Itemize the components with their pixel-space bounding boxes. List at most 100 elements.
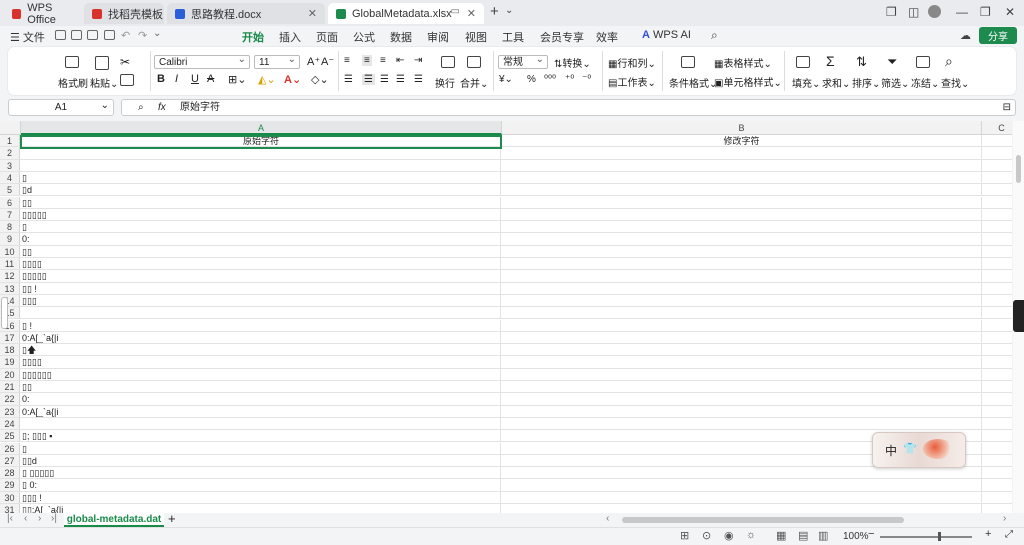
cell-b[interactable] — [502, 405, 982, 417]
row-number[interactable]: 5 — [0, 184, 20, 196]
zoom-slider-knob[interactable] — [938, 532, 941, 541]
decimal-increase-icon[interactable]: ⁺⁰ — [565, 74, 574, 85]
row-number[interactable]: 13 — [0, 282, 20, 294]
cell-b[interactable] — [502, 245, 982, 257]
menu-insert[interactable]: 插入 — [279, 29, 301, 45]
cell-a[interactable] — [21, 159, 501, 171]
spreadsheet-grid[interactable]: A B C 1 原始字符 修改字符 2 3 4 ▯ 5 ▯d 6 ▯▯ 7 ▯▯▯▯▯ 8 ▯ 9 0: 10… — [0, 121, 1012, 513]
formula-input[interactable]: ⌕ fx 原始字符 ⊟ — [121, 99, 1016, 116]
freeze-label[interactable]: 冻结⌄ — [911, 75, 939, 90]
fill-icon[interactable] — [796, 56, 810, 68]
column-header-b[interactable]: B — [502, 121, 982, 135]
sum-label[interactable]: 求和⌄ — [822, 75, 850, 90]
row-number[interactable]: 10 — [0, 245, 20, 257]
menu-review[interactable]: 审阅 — [427, 29, 449, 45]
align-top-icon[interactable]: ≡ — [344, 55, 350, 66]
find-icon[interactable]: ⌕ — [945, 53, 953, 70]
close-tab-icon[interactable]: ✕ — [467, 7, 476, 20]
font-color-icon[interactable]: A⌄ — [284, 73, 301, 86]
decimal-decrease-icon[interactable]: ⁻⁰ — [582, 74, 591, 85]
row-number[interactable]: 29 — [0, 479, 20, 491]
column-header-c[interactable]: C — [982, 121, 1012, 135]
rows-cols-button[interactable]: ▦行和列⌄ — [608, 55, 656, 70]
cond-format-label[interactable]: 条件格式⌄ — [669, 75, 717, 90]
row-number[interactable]: 31 — [0, 504, 20, 513]
export-icon[interactable] — [71, 30, 82, 40]
row-number[interactable]: 12 — [0, 270, 20, 282]
cell-b[interactable] — [502, 368, 982, 380]
cell-a[interactable]: ▯ ▯▯▯▯▯ — [21, 467, 501, 479]
worksheet-button[interactable]: ▤工作表⌄ — [608, 74, 656, 89]
name-box[interactable]: A1 ⌄ — [8, 99, 114, 116]
row-number[interactable]: 23 — [0, 405, 20, 417]
cell-b[interactable] — [502, 381, 982, 393]
zoom-out-icon[interactable]: − — [868, 528, 874, 540]
menu-formula[interactable]: 公式 — [353, 29, 375, 45]
cell-b[interactable]: 修改字符 — [502, 135, 982, 147]
row-number[interactable]: 20 — [0, 368, 20, 380]
cell-b[interactable] — [502, 344, 982, 356]
underline-icon[interactable]: U — [191, 73, 199, 85]
chevron-down-icon[interactable]: ⌄ — [505, 5, 513, 16]
cell-b[interactable] — [502, 270, 982, 282]
merge-icon[interactable] — [467, 56, 481, 68]
menu-efficiency[interactable]: 效率 — [596, 29, 618, 45]
search-icon[interactable]: ⌕ — [711, 28, 718, 43]
thousands-icon[interactable]: ⁰⁰⁰ — [544, 74, 556, 85]
cell-a[interactable]: ▯▯▯ ! — [21, 491, 501, 503]
scroll-right-icon[interactable]: › — [1003, 513, 1006, 524]
row-number[interactable]: 26 — [0, 442, 20, 454]
next-sheet-icon[interactable]: › — [38, 513, 41, 524]
sort-label[interactable]: 排序⌄ — [852, 75, 880, 90]
cell-a[interactable]: ▯ — [21, 171, 501, 184]
left-drag-handle[interactable] — [1, 297, 8, 329]
cell-a[interactable]: ▯▯:A[_`a{|i — [21, 504, 501, 513]
row-number[interactable]: 11 — [0, 258, 20, 270]
cell-b[interactable] — [502, 417, 982, 430]
cell-a[interactable]: ▯🡅 — [21, 344, 501, 356]
zoom-slider[interactable] — [880, 536, 972, 538]
tab-template[interactable]: 找稻壳模板 — [84, 3, 164, 24]
cloud-icon[interactable]: ☁ — [960, 29, 971, 42]
share-button[interactable]: 分享 — [979, 27, 1017, 44]
cell-a[interactable]: ▯; ▯▯▯ ▪ — [21, 430, 501, 442]
cell-b[interactable] — [502, 294, 982, 307]
cell-b[interactable] — [502, 196, 982, 208]
fullscreen-icon[interactable]: ⤢ — [1005, 529, 1013, 540]
font-size-select[interactable]: 11 — [254, 53, 300, 69]
restore-icon[interactable]: ❐ — [886, 5, 897, 19]
more-icon[interactable]: ⌄ — [153, 28, 161, 39]
number-format-select[interactable]: 常规 — [498, 53, 548, 69]
avatar[interactable] — [928, 5, 941, 18]
indent-increase-icon[interactable]: ⇥ — [414, 55, 422, 66]
cell-a[interactable]: ▯▯ — [21, 245, 501, 257]
convert-button[interactable]: ⇅转换⌄ — [554, 55, 591, 70]
cell-b[interactable] — [502, 159, 982, 171]
cell-a[interactable]: 0: — [21, 393, 501, 405]
cell-a[interactable]: ▯▯ ! — [21, 282, 501, 294]
cell-b[interactable] — [502, 282, 982, 294]
scroll-thumb[interactable] — [1016, 155, 1021, 183]
sort-icon[interactable]: ⇅ — [856, 54, 867, 70]
cell-b[interactable] — [502, 147, 982, 159]
undo-icon[interactable]: ↶ — [121, 29, 130, 42]
zoom-level[interactable]: 100% — [843, 531, 869, 542]
scroll-left-icon[interactable]: ‹ — [606, 513, 609, 524]
preview-icon[interactable] — [104, 30, 115, 40]
indent-decrease-icon[interactable]: ⇤ — [396, 55, 404, 66]
zoom-formula-icon[interactable]: ⌕ — [138, 100, 144, 116]
italic-icon[interactable]: I — [175, 73, 178, 85]
find-label[interactable]: 查找⌄ — [941, 75, 969, 90]
merge-label[interactable]: 合并⌄ — [460, 75, 488, 90]
side-panel-tab[interactable] — [1013, 300, 1024, 332]
wrap-icon[interactable] — [441, 56, 455, 68]
format-painter-icon[interactable] — [65, 56, 79, 68]
align-middle-icon[interactable]: ≡ — [362, 55, 372, 66]
menu-file[interactable]: ☰ 文件 — [10, 29, 45, 45]
cell-b[interactable] — [502, 208, 982, 221]
sum-icon[interactable]: Σ — [826, 53, 835, 69]
row-number[interactable]: 8 — [0, 221, 20, 233]
row-number[interactable]: 6 — [0, 196, 20, 208]
sheet-tab-active[interactable]: global-metadata.dat — [64, 513, 164, 527]
format-painter-label[interactable]: 格式刷 — [58, 75, 88, 90]
